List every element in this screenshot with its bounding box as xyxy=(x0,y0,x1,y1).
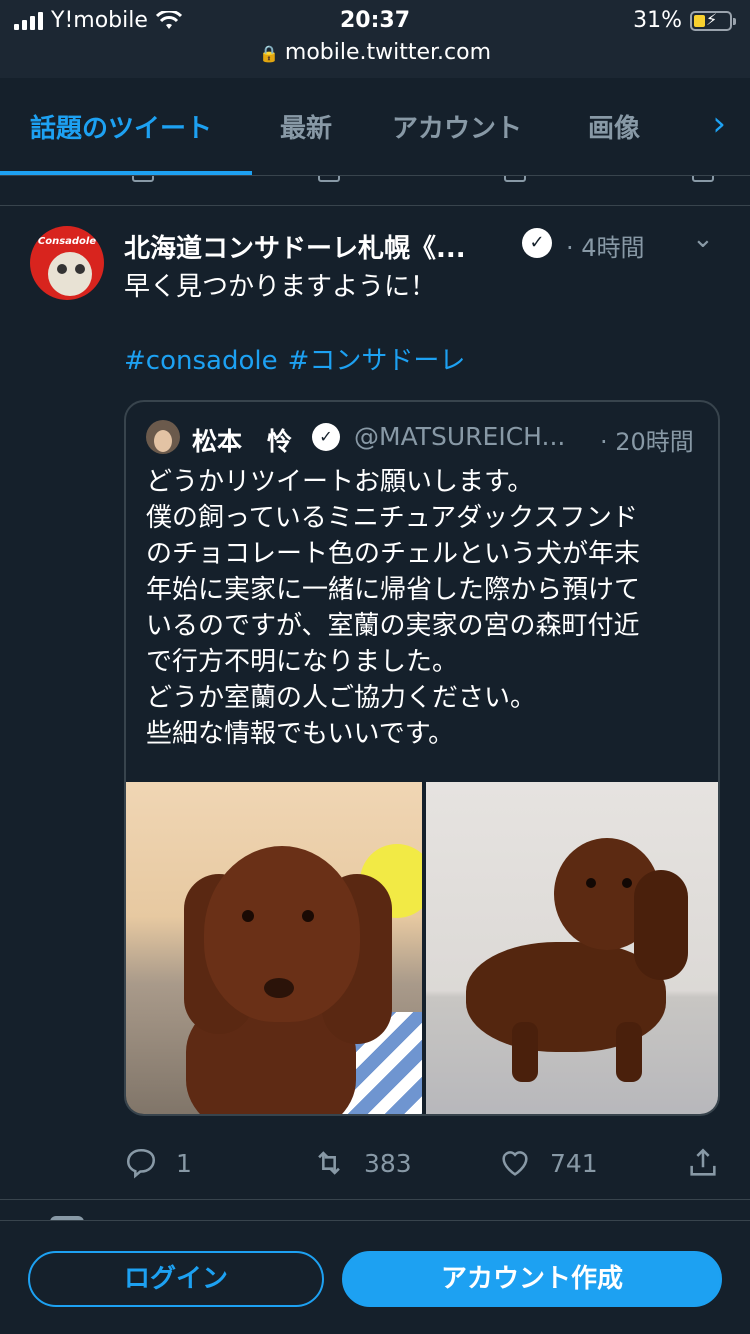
hashtag-link[interactable]: #consadole xyxy=(124,346,278,376)
share-button[interactable] xyxy=(686,1146,720,1180)
retweet-icon xyxy=(318,1151,340,1175)
like-button[interactable]: 741 xyxy=(498,1146,598,1180)
battery-percent: 31% xyxy=(633,8,682,33)
reply-icon xyxy=(132,176,154,182)
quote-line: どうかリツイートお願いします。 xyxy=(146,467,534,497)
battery-icon: ⚡ xyxy=(690,10,736,31)
tweet-actions: 1 383 741 xyxy=(124,1146,724,1186)
login-button[interactable]: ログイン xyxy=(28,1251,324,1307)
quote-line: いるのですが、室蘭の実家の宮の森町付近 xyxy=(146,611,640,641)
dog-photo-1[interactable] xyxy=(126,782,422,1114)
tweet-time[interactable]: · 4時間 xyxy=(566,228,645,263)
dog-photo-2[interactable] xyxy=(426,782,718,1114)
quote-avatar[interactable] xyxy=(146,420,180,454)
quote-line: で行方不明になりました。 xyxy=(146,647,459,677)
tab-images[interactable]: 画像 xyxy=(588,108,640,145)
avatar[interactable]: Consadole xyxy=(30,226,104,300)
tab-accounts[interactable]: アカウント xyxy=(392,108,522,145)
share-icon xyxy=(690,1148,716,1176)
quote-line: 些細な情報でもいいです。 xyxy=(146,719,455,749)
url-text: mobile.twitter.com xyxy=(284,40,492,65)
verified-icon: ✓ xyxy=(312,423,340,451)
quote-author-name[interactable]: 松本 怜 xyxy=(192,422,292,458)
like-icon xyxy=(502,1151,528,1176)
quote-time[interactable]: · 20時間 xyxy=(600,422,694,457)
quote-line: のチョコレート色のチェルという犬が年末 xyxy=(146,539,641,569)
signup-button[interactable]: アカウント作成 xyxy=(342,1251,722,1307)
chevron-right-icon[interactable]: › xyxy=(712,104,726,144)
quote-line: どうか室蘭の人ご協力ください。 xyxy=(146,683,537,713)
quote-handle[interactable]: @MATSUREICH... xyxy=(354,422,565,451)
reply-count: 1 xyxy=(176,1148,192,1178)
quote-text: どうかリツイートお願いします。 僕の飼っているミニチュアダックスフンド のチョコ… xyxy=(146,464,706,752)
hashtags: #consadole #コンサドーレ xyxy=(124,340,475,377)
tab-latest[interactable]: 最新 xyxy=(280,108,332,145)
like-icon xyxy=(504,176,526,182)
quote-line: 年始に実家に一緒に帰省した際から預けて xyxy=(146,575,641,605)
reply-button[interactable]: 1 xyxy=(124,1146,192,1180)
retweet-count: 383 xyxy=(364,1148,412,1178)
quoted-tweet[interactable]: 松本 怜 ✓ @MATSUREICH... · 20時間 どうかリツイートお願い… xyxy=(124,400,720,1116)
verified-icon: ✓ xyxy=(522,228,552,258)
tab-top[interactable]: 話題のツイート xyxy=(30,108,212,145)
bottom-bar: ログイン アカウント作成 xyxy=(0,1220,750,1334)
chevron-down-icon[interactable]: ⌄ xyxy=(692,224,714,254)
status-right: 31% ⚡ xyxy=(633,8,736,33)
tweet-text: 早く見つかりますように！ xyxy=(124,272,437,302)
author-name[interactable]: 北海道コンサドーレ札幌《... xyxy=(124,228,466,265)
status-bar: Y!mobile 20:37 31% ⚡ 🔒 mobile.twitter.com xyxy=(0,0,750,78)
previous-tweet-actions xyxy=(0,176,750,206)
like-count: 741 xyxy=(550,1148,598,1178)
retweet-icon xyxy=(318,176,340,182)
search-tabs: 話題のツイート 最新 アカウント 画像 › xyxy=(0,78,750,176)
share-icon xyxy=(692,176,714,182)
consadole-logo: Consadole xyxy=(37,236,97,247)
retweet-button[interactable]: 383 xyxy=(312,1146,412,1180)
quote-media xyxy=(126,782,718,1114)
address-bar[interactable]: 🔒 mobile.twitter.com xyxy=(0,40,750,65)
reply-icon xyxy=(126,1148,156,1179)
active-tab-indicator xyxy=(0,171,252,175)
hashtag-link[interactable]: #コンサドーレ xyxy=(288,346,466,376)
tweet[interactable]: Consadole 北海道コンサドーレ札幌《... ✓ · 4時間 ⌄ 早く見つ… xyxy=(0,206,750,1200)
quote-line: 僕の飼っているミニチュアダックスフンド xyxy=(146,503,638,533)
lock-icon: 🔒 xyxy=(258,44,279,63)
